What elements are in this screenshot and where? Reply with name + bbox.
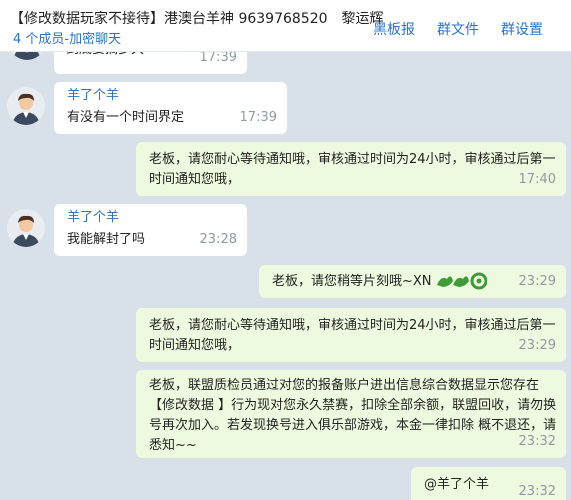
avatar[interactable] xyxy=(8,52,46,60)
avatar[interactable] xyxy=(7,209,45,247)
message-time: 17:39 xyxy=(239,110,277,125)
message-time: 17:40 xyxy=(518,172,556,187)
group-settings-button[interactable]: 群设置 xyxy=(501,19,543,39)
message-time: 17:39 xyxy=(199,52,237,65)
sender-name[interactable]: 羊了个羊 xyxy=(67,208,119,228)
message-text: 到底要搞多久 xyxy=(66,52,144,60)
blackboard-button[interactable]: 黑板报 xyxy=(373,19,415,39)
message-bubble[interactable]: 羊了个羊 有没有一个时间界定 17:39 xyxy=(54,82,287,134)
dragon-icon xyxy=(435,271,488,298)
message-bubble[interactable]: 到底要搞多久 17:39 xyxy=(54,52,247,74)
message-bubble[interactable]: 老板，请您稍等片刻哦~XN 23:29 xyxy=(259,265,566,298)
chat-header: 【修改数据玩家不接待】港澳台羊神 9639768520 黎运辉 4 个成员-加密聊… xyxy=(0,0,571,52)
message-time: 23:29 xyxy=(518,274,556,289)
message-time: 23:32 xyxy=(518,434,556,449)
message-list[interactable]: 到底要搞多久 17:39 羊了个羊 有没有一个时间界定 17:39 老板，请您耐… xyxy=(0,52,571,500)
message-bubble[interactable]: @羊了个羊 23:32 xyxy=(411,467,566,500)
group-title: 【修改数据玩家不接待】港澳台羊神 9639768520 黎运辉 xyxy=(10,8,384,28)
message-bubble[interactable]: 老板，请您耐心等待通知哦，审核通过时间为24小时，审核通过后第一时间通知您哦， … xyxy=(136,308,566,362)
message-text: 有没有一个时间界定 xyxy=(67,110,185,125)
message-bubble[interactable]: 老板，联盟质检员通过对您的报备账户进出信息综合数据显示您存在【修改数据 】行为现… xyxy=(136,370,566,458)
message-time: 23:32 xyxy=(518,484,556,499)
message-time: 23:29 xyxy=(518,338,556,353)
message-text: @羊了个羊 xyxy=(424,477,490,492)
message-text: 我能解封了吗 xyxy=(67,232,146,247)
message-text: 老板，请您耐心等待通知哦，审核通过时间为24小时，审核通过后第一时间通知您哦， xyxy=(149,318,556,353)
header-actions: 黑板报 群文件 群设置 xyxy=(373,19,543,39)
message-text: 老板，请您稍等片刻哦~XN xyxy=(272,274,432,289)
group-files-button[interactable]: 群文件 xyxy=(437,19,479,39)
message-time: 23:28 xyxy=(199,232,237,247)
member-status-link[interactable]: 4 个成员-加密聊天 xyxy=(13,28,121,47)
message-bubble[interactable]: 老板，请您耐心等待通知哦，审核通过时间为24小时，审核通过后第一时间通知您哦， … xyxy=(136,142,566,196)
sender-name[interactable]: 羊了个羊 xyxy=(67,86,119,106)
message-bubble[interactable]: 羊了个羊 我能解封了吗 23:28 xyxy=(54,204,247,256)
group-name: 【修改数据玩家不接待】港澳台羊神 9639768520 xyxy=(10,11,328,27)
avatar[interactable] xyxy=(7,87,45,125)
message-text: 老板，请您耐心等待通知哦，审核通过时间为24小时，审核通过后第一时间通知您哦， xyxy=(149,152,556,187)
message-text: 老板，联盟质检员通过对您的报备账户进出信息综合数据显示您存在【修改数据 】行为现… xyxy=(149,378,557,453)
